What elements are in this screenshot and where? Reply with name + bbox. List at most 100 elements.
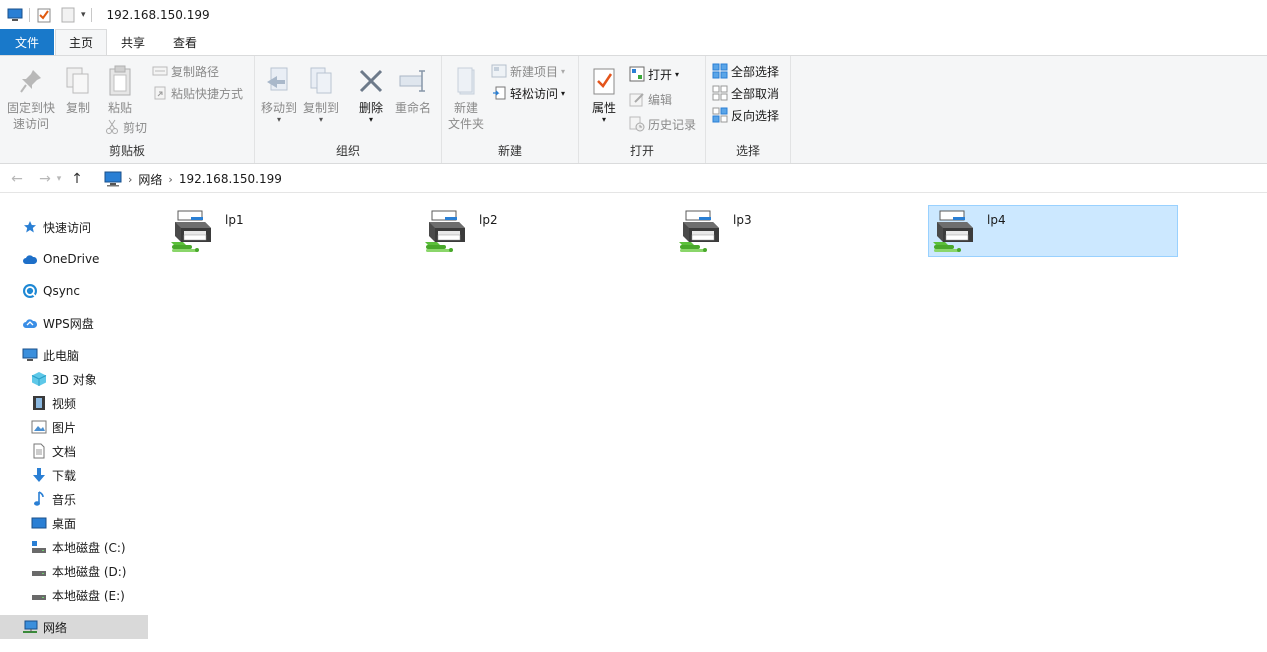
paste-shortcut-icon <box>152 85 168 101</box>
new-folder-large-icon <box>450 64 482 98</box>
paste-label: 粘贴 <box>107 101 132 115</box>
open-dropdown-icon: ▾ <box>675 69 680 79</box>
new-item-icon <box>491 63 507 79</box>
sidebar-item-music[interactable]: 音乐 <box>0 487 148 511</box>
printer-item-lp4[interactable]: lp4 <box>928 205 1178 257</box>
new-item-button[interactable]: 新建项目 ▾ <box>491 61 565 81</box>
printer-item-lp3[interactable]: lp3 <box>674 205 924 257</box>
sidebar-item-desktop[interactable]: 桌面 <box>0 511 148 535</box>
computer-icon[interactable] <box>6 6 24 24</box>
move-to-dropdown-icon: ▾ <box>276 115 281 124</box>
organize-group-label: 组织 <box>335 144 360 158</box>
clipboard-group: 固定到快 速访问 复制 粘贴 复制路径 粘贴快捷方式 剪切 剪贴板 <box>0 56 255 163</box>
new-folder-icon[interactable] <box>59 6 77 24</box>
sidebar-item-onedrive[interactable]: OneDrive <box>0 247 148 271</box>
copy-path-icon <box>152 63 168 79</box>
easy-access-button[interactable]: 轻松访问 ▾ <box>491 83 565 103</box>
cloud-icon <box>22 251 38 267</box>
copy-label: 复制 <box>65 101 90 115</box>
file-list-view: lp1 lp2 lp3 lp4 <box>152 194 1267 652</box>
sidebar-item-label: 桌面 <box>52 516 77 531</box>
paste-icon <box>104 64 136 98</box>
delete-button[interactable]: 删除 ▾ <box>353 64 389 124</box>
sidebar-item-pictures[interactable]: 图片 <box>0 415 148 439</box>
select-all-button[interactable]: 全部选择 <box>712 61 779 81</box>
sidebar-item-downloads[interactable]: 下载 <box>0 463 148 487</box>
tab-share[interactable]: 共享 <box>107 29 159 55</box>
new-item-dropdown-icon: ▾ <box>561 66 566 76</box>
sidebar-item-documents[interactable]: 文档 <box>0 439 148 463</box>
open-button[interactable]: 打开 ▾ <box>629 64 679 84</box>
move-to-label: 移动到 <box>260 101 297 115</box>
back-arrow-icon[interactable]: ← <box>8 169 26 189</box>
sidebar-item-quick-access[interactable]: 快速访问 <box>0 215 148 239</box>
new-folder-button[interactable]: 新建 文件夹 <box>444 64 488 132</box>
rename-label: 重命名 <box>394 101 431 115</box>
breadcrumb-network[interactable]: 网络 <box>138 171 162 188</box>
printer-item-lp1[interactable]: lp1 <box>166 205 416 257</box>
paste-button[interactable]: 粘贴 <box>101 64 139 116</box>
tab-view[interactable]: 查看 <box>159 29 211 55</box>
select-none-button[interactable]: 全部取消 <box>712 83 779 103</box>
sidebar-item-drive-c[interactable]: 本地磁盘 (C:) <box>0 535 148 559</box>
up-arrow-icon[interactable]: ↑ <box>68 169 86 189</box>
pin-to-quick-access-button[interactable]: 固定到快 速访问 <box>5 64 57 132</box>
sidebar-item-3d-objects[interactable]: 3D 对象 <box>0 367 148 391</box>
cut-button[interactable]: 剪切 <box>104 117 147 137</box>
move-to-button[interactable]: 移动到 ▾ <box>259 64 299 124</box>
sidebar-item-label: 3D 对象 <box>52 372 97 387</box>
breadcrumb-host[interactable]: 192.168.150.199 <box>179 172 282 186</box>
breadcrumb-chevron-icon[interactable]: › <box>128 173 132 186</box>
qsync-icon <box>22 283 38 299</box>
music-note-icon <box>31 491 47 507</box>
printer-name: lp1 <box>225 213 244 227</box>
sidebar-item-label: 快速访问 <box>43 220 92 235</box>
printer-item-lp2[interactable]: lp2 <box>420 205 670 257</box>
sidebar-item-wps-cloud[interactable]: WPS网盘 <box>0 311 148 335</box>
sidebar-item-videos[interactable]: 视频 <box>0 391 148 415</box>
address-bar[interactable]: › 网络 › 192.168.150.199 <box>104 168 1264 190</box>
edit-button[interactable]: 编辑 <box>629 89 672 109</box>
forward-arrow-icon[interactable]: → <box>36 169 54 189</box>
select-none-label: 全部取消 <box>731 86 780 101</box>
sidebar-item-label: WPS网盘 <box>43 316 94 331</box>
copy-path-button[interactable]: 复制路径 <box>152 61 219 81</box>
history-button[interactable]: 历史记录 <box>629 114 696 134</box>
properties-check-icon[interactable] <box>35 6 53 24</box>
customize-toolbar-dropdown-icon[interactable]: ▾ <box>81 10 86 20</box>
sidebar-item-label: 本地磁盘 (C:) <box>52 540 126 555</box>
network-printer-icon <box>169 208 217 256</box>
breadcrumb-chevron-icon[interactable]: › <box>168 173 172 186</box>
delete-dropdown-icon: ▾ <box>368 115 373 124</box>
recent-locations-chevron-icon[interactable]: ▾ <box>54 169 64 189</box>
copy-to-dropdown-icon: ▾ <box>318 115 323 124</box>
network-printer-icon <box>677 208 725 256</box>
copy-button[interactable]: 复制 <box>60 64 96 116</box>
sidebar-item-network[interactable]: 网络 <box>0 615 148 639</box>
new-group-label: 新建 <box>497 144 522 158</box>
printer-name: lp4 <box>987 213 1006 227</box>
paste-shortcut-button[interactable]: 粘贴快捷方式 <box>152 83 243 103</box>
sidebar-item-drive-e[interactable]: 本地磁盘 (E:) <box>0 583 148 607</box>
tab-file[interactable]: 文件 <box>0 29 54 55</box>
properties-button[interactable]: 属性 ▾ <box>587 64 621 124</box>
cube-icon <box>31 371 47 387</box>
sidebar-item-label: 文档 <box>52 444 77 459</box>
sidebar-item-qsync[interactable]: Qsync <box>0 279 148 303</box>
easy-access-dropdown-icon: ▾ <box>561 88 566 98</box>
sidebar-item-label: 图片 <box>52 420 77 435</box>
sidebar-item-drive-d[interactable]: 本地磁盘 (D:) <box>0 559 148 583</box>
open-icon <box>629 66 645 82</box>
invert-selection-button[interactable]: 反向选择 <box>712 105 779 125</box>
navigation-pane: 快速访问 OneDrive Qsync WPS网盘 此电脑 3D 对象 视频 图… <box>0 194 150 652</box>
sidebar-item-this-pc[interactable]: 此电脑 <box>0 343 148 367</box>
tab-home[interactable]: 主页 <box>55 29 108 55</box>
sidebar-item-label: 下载 <box>52 468 77 483</box>
sidebar-item-label: Qsync <box>43 284 81 298</box>
rename-button[interactable]: 重命名 <box>393 64 433 116</box>
easy-access-icon <box>491 85 507 101</box>
properties-label: 属性 <box>591 101 616 115</box>
copy-to-button[interactable]: 复制到 ▾ <box>301 64 341 124</box>
system-drive-icon <box>31 539 47 555</box>
edit-icon <box>629 91 645 107</box>
